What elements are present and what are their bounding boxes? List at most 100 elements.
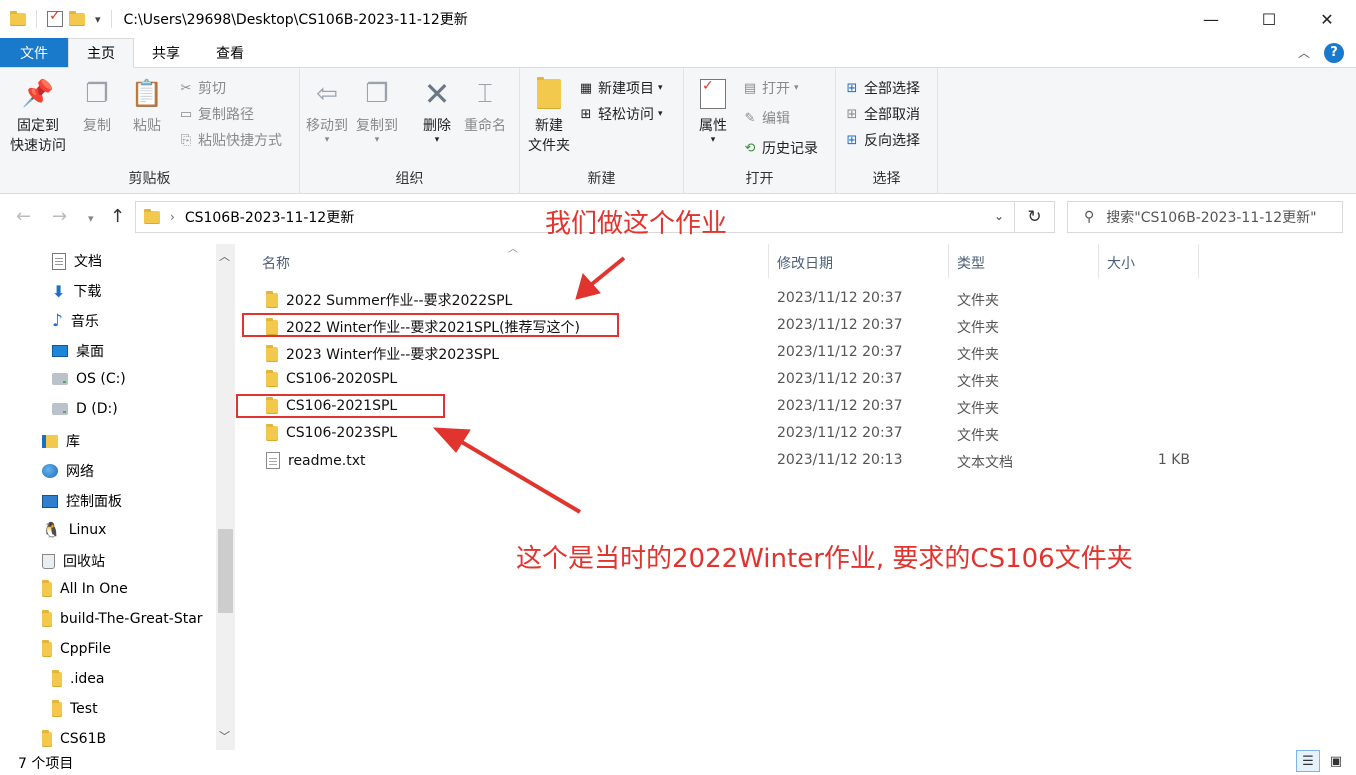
easy-access-icon: ⊞ bbox=[580, 106, 592, 122]
column-header-size[interactable]: 大小 bbox=[1107, 253, 1135, 273]
sidebar-item-linux[interactable]: 🐧 Linux bbox=[42, 521, 106, 539]
file-row[interactable]: readme.txt 2023/11/12 20:13 文本文档 1 KB bbox=[250, 448, 1200, 475]
file-row[interactable]: 2023 Winter作业--要求2023SPL 2023/11/12 20:3… bbox=[250, 340, 1200, 367]
file-row[interactable]: CS106-2020SPL 2023/11/12 20:37 文件夹 bbox=[250, 367, 1200, 394]
sidebar-item-drive-d[interactable]: D (D:) bbox=[52, 401, 118, 417]
pin-to-quick-access-button[interactable]: 📌 固定到 快速访问 bbox=[10, 76, 66, 156]
address-dropdown-icon[interactable]: ⌄ bbox=[994, 209, 1004, 223]
sidebar-item-desktop[interactable]: 桌面 bbox=[52, 341, 104, 361]
column-header-type[interactable]: 类型 bbox=[957, 253, 985, 273]
file-row[interactable]: 2022 Summer作业--要求2022SPL 2023/11/12 20:3… bbox=[250, 286, 1200, 313]
column-header-date[interactable]: 修改日期 bbox=[777, 253, 833, 273]
divider bbox=[110, 10, 112, 28]
scroll-down-icon[interactable]: ﹀ bbox=[219, 728, 230, 744]
invert-selection-button[interactable]: ⊞ 反向选择 bbox=[844, 130, 920, 150]
paste-shortcut-button[interactable]: ⎘ 粘贴快捷方式 bbox=[178, 130, 282, 150]
sidebar-item-downloads[interactable]: ⬇ 下载 bbox=[52, 281, 101, 301]
sidebar-item-music[interactable]: ♪ 音乐 bbox=[52, 311, 99, 331]
file-name: CS106-2023SPL bbox=[286, 425, 398, 441]
back-arrow-icon[interactable]: ← bbox=[16, 206, 31, 227]
customize-dropdown-icon[interactable]: ▾ bbox=[95, 13, 101, 26]
delete-button[interactable]: ✕ 删除 ▾ bbox=[420, 76, 454, 145]
cut-button[interactable]: ✂ 剪切 bbox=[178, 78, 226, 98]
rename-button[interactable]: ⌶ 重命名 bbox=[464, 76, 506, 136]
paste-button[interactable]: 📋 粘贴 bbox=[130, 76, 164, 136]
up-arrow-icon[interactable]: ↑ bbox=[110, 206, 125, 227]
easy-access-button[interactable]: ⊞ 轻松访问 ▾ bbox=[578, 104, 663, 124]
divider bbox=[948, 244, 949, 278]
folder-icon bbox=[266, 423, 278, 441]
ribbon-tabs: 文件 主页 共享 查看 ︿ ? bbox=[0, 38, 1356, 68]
sidebar-item-build-the-great-star[interactable]: build-The-Great-Star bbox=[42, 609, 203, 627]
sidebar-item-drive-c[interactable]: OS (C:) bbox=[52, 371, 126, 387]
file-name: CS106-2020SPL bbox=[286, 371, 398, 387]
scissors-icon: ✂ bbox=[180, 80, 192, 96]
copy-label: 复制 bbox=[83, 118, 111, 134]
sidebar-item-control-panel[interactable]: 控制面板 bbox=[42, 491, 122, 511]
file-name: 2023 Winter作业--要求2023SPL bbox=[286, 347, 500, 363]
properties-quick-icon[interactable] bbox=[47, 8, 63, 27]
forward-arrow-icon[interactable]: → bbox=[52, 206, 67, 227]
recent-locations-icon[interactable]: ▾ bbox=[88, 212, 94, 225]
details-view-icon[interactable]: ☰ bbox=[1296, 750, 1320, 772]
move-to-button[interactable]: ⇦ 移动到 ▾ bbox=[306, 76, 348, 145]
sidebar-item-cs61b[interactable]: CS61B bbox=[42, 729, 106, 747]
history-button[interactable]: ⟲ 历史记录 bbox=[742, 138, 818, 158]
copy-path-label: 复制路径 bbox=[198, 107, 254, 123]
breadcrumb-current[interactable]: CS106B-2023-11-12更新 bbox=[185, 207, 354, 227]
sidebar-item-network[interactable]: 网络 bbox=[42, 461, 94, 481]
select-none-button[interactable]: ⊞ 全部取消 bbox=[844, 104, 920, 124]
sidebar-item-test[interactable]: Test bbox=[52, 699, 98, 717]
new-folder-icon bbox=[532, 76, 566, 112]
file-row[interactable]: CS106-2023SPL 2023/11/12 20:37 文件夹 bbox=[250, 421, 1200, 448]
large-icons-view-icon[interactable]: ▣ bbox=[1324, 750, 1348, 772]
file-type: 文件夹 bbox=[957, 293, 999, 309]
tab-view[interactable]: 查看 bbox=[198, 38, 262, 67]
collapse-ribbon-icon[interactable]: ︿ bbox=[1298, 44, 1310, 61]
sidebar-scrollbar[interactable]: ︿ ﹀ bbox=[216, 244, 235, 750]
properties-button[interactable]: 属性 ▾ bbox=[696, 76, 730, 145]
sidebar-item-label: D (D:) bbox=[76, 401, 118, 417]
help-icon[interactable]: ? bbox=[1324, 42, 1344, 63]
sidebar-item-all-in-one[interactable]: All In One bbox=[42, 579, 128, 597]
scroll-up-icon[interactable]: ︿ bbox=[219, 248, 230, 264]
copy-path-button[interactable]: ▭ 复制路径 bbox=[178, 104, 254, 124]
new-item-button[interactable]: ▦ 新建项目 ▾ bbox=[578, 78, 663, 98]
refresh-icon[interactable]: ↻ bbox=[1015, 201, 1055, 233]
new-folder-button[interactable]: 新建 文件夹 bbox=[528, 76, 570, 156]
sidebar-item-recycle-bin[interactable]: 回收站 bbox=[42, 551, 105, 571]
sidebar-item-cppfile[interactable]: CppFile bbox=[42, 639, 111, 657]
column-header-name[interactable]: 名称 bbox=[262, 253, 290, 273]
tab-file[interactable]: 文件 bbox=[0, 38, 68, 67]
scrollbar-thumb[interactable] bbox=[218, 529, 233, 613]
title-bar: ▾ C:\Users\29698\Desktop\CS106B-2023-11-… bbox=[0, 0, 1356, 38]
tab-home[interactable]: 主页 bbox=[68, 38, 134, 68]
chevron-down-icon: ▾ bbox=[794, 83, 799, 93]
chevron-right-icon[interactable]: › bbox=[170, 210, 175, 224]
copy-to-button[interactable]: ❐ 复制到 ▾ bbox=[356, 76, 398, 145]
paste-label: 粘贴 bbox=[133, 118, 161, 134]
new-folder-quick-icon[interactable] bbox=[69, 10, 85, 26]
drive-icon bbox=[52, 403, 68, 415]
edit-button[interactable]: ✎ 编辑 bbox=[742, 108, 790, 128]
copy-to-label: 复制到 bbox=[356, 118, 398, 134]
minimize-button[interactable]: — bbox=[1182, 0, 1240, 38]
pin-icon: 📌 bbox=[21, 79, 55, 109]
sidebar-item-idea[interactable]: .idea bbox=[52, 669, 104, 687]
history-label: 历史记录 bbox=[762, 141, 818, 157]
close-button[interactable]: ✕ bbox=[1298, 0, 1356, 38]
select-all-icon: ⊞ bbox=[846, 80, 858, 96]
select-none-label: 全部取消 bbox=[864, 107, 920, 123]
copy-button[interactable]: ❐ 复制 bbox=[80, 76, 114, 136]
sidebar-item-documents[interactable]: 文档 bbox=[52, 251, 102, 271]
maximize-button[interactable]: ☐ bbox=[1240, 0, 1298, 38]
edit-label: 编辑 bbox=[762, 111, 790, 127]
divider bbox=[1098, 244, 1099, 278]
chevron-down-icon: ▾ bbox=[658, 109, 663, 119]
search-input[interactable]: ⚲ 搜索"CS106B-2023-11-12更新" bbox=[1067, 201, 1343, 233]
navigation-pane: 文档 ⬇ 下载 ♪ 音乐 桌面 OS (C:) D (D:) 库 网络 控制面板… bbox=[0, 244, 236, 750]
tab-share[interactable]: 共享 bbox=[134, 38, 198, 67]
sidebar-item-libraries[interactable]: 库 bbox=[42, 431, 80, 451]
open-button[interactable]: ▤ 打开 ▾ bbox=[742, 78, 799, 98]
select-all-button[interactable]: ⊞ 全部选择 bbox=[844, 78, 920, 98]
